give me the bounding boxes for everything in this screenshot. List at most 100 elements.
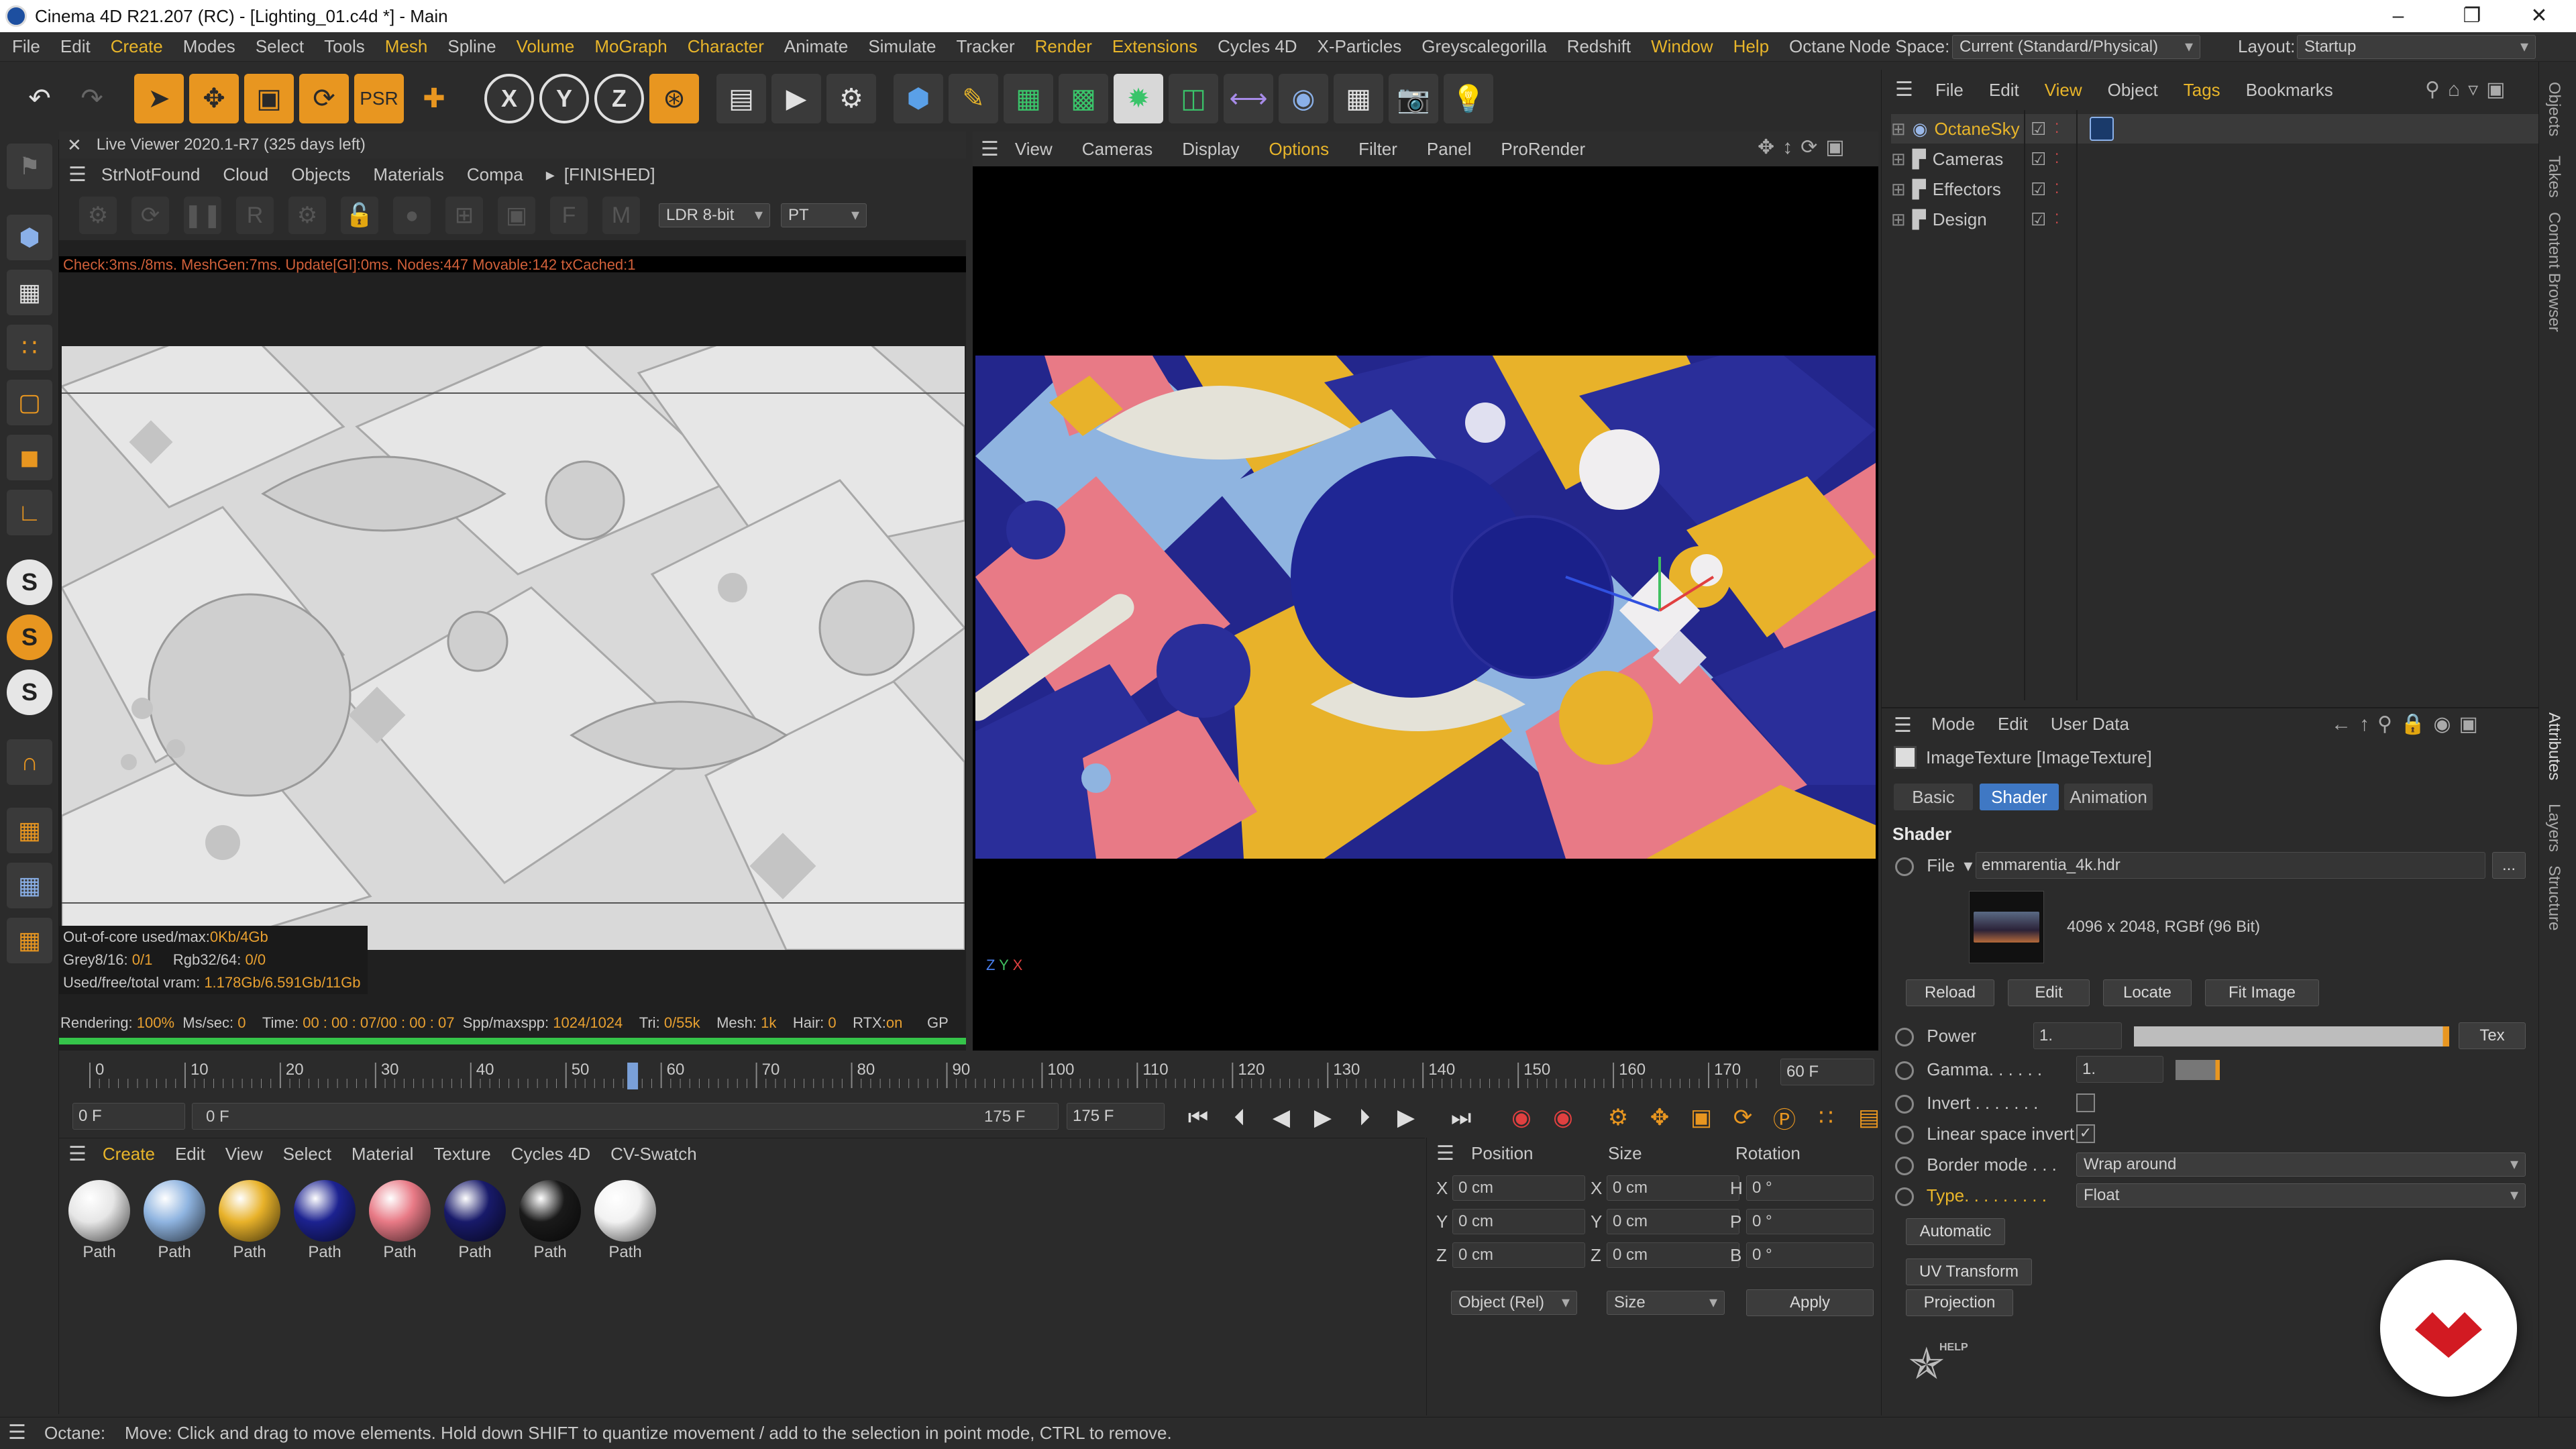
fit-image-button[interactable]: Fit Image xyxy=(2205,979,2319,1006)
octane-tag-icon[interactable] xyxy=(2090,117,2114,141)
render-dots-icon[interactable]: ⁚ xyxy=(2055,174,2059,204)
material-swatch[interactable]: Path xyxy=(140,1180,209,1263)
film-region-icon[interactable]: ▣ xyxy=(498,197,535,234)
next-frame-icon[interactable]: ⏵ xyxy=(1346,1102,1383,1134)
viewport-menu-prorender[interactable]: ProRender xyxy=(1501,139,1585,160)
focus-picker-icon[interactable]: F xyxy=(550,197,588,234)
tab-basic[interactable]: Basic xyxy=(1894,784,1973,810)
cloner-icon[interactable]: ✹ xyxy=(1114,74,1163,123)
menu-mesh[interactable]: Mesh xyxy=(385,36,428,57)
viewport-menu-filter[interactable]: Filter xyxy=(1358,139,1397,160)
menu-animate[interactable]: Animate xyxy=(784,36,848,57)
hamburger-icon[interactable]: ☰ xyxy=(1436,1142,1454,1165)
record-keys-icon[interactable]: ◉ xyxy=(1503,1102,1540,1134)
border-mode-select[interactable]: Wrap around xyxy=(2076,1152,2526,1177)
viewport-menu-display[interactable]: Display xyxy=(1182,139,1239,160)
kernel-select[interactable]: PT xyxy=(781,203,867,227)
gamma-field[interactable]: 1. xyxy=(2076,1056,2163,1083)
locate-button[interactable]: Locate xyxy=(2103,979,2192,1006)
material-menu-cycles-4d[interactable]: Cycles 4D xyxy=(511,1144,590,1165)
make-editable-icon[interactable]: ⚑ xyxy=(7,144,52,189)
menu-cycles-4d[interactable]: Cycles 4D xyxy=(1218,36,1297,57)
material-picker-icon[interactable]: M xyxy=(602,197,640,234)
polygons-mode-icon[interactable]: ◼ xyxy=(7,435,52,480)
position-key-icon[interactable]: ✥ xyxy=(1641,1102,1678,1134)
object-row-effectors[interactable]: ⊞ ▛ Effectors ☑ ⁚ xyxy=(1891,174,2539,204)
maximize-button[interactable]: ❐ xyxy=(2435,0,2509,32)
move-tool-icon[interactable]: ✥ xyxy=(189,74,239,123)
lv-menu-objects[interactable]: Objects xyxy=(291,164,350,185)
material-swatch[interactable]: Path xyxy=(290,1180,360,1263)
render-settings-icon[interactable]: ⚙ xyxy=(288,197,326,234)
apply-button[interactable]: Apply xyxy=(1746,1289,1874,1316)
end-frame-field[interactable]: 175 F xyxy=(1067,1103,1165,1130)
hamburger-icon[interactable]: ☰ xyxy=(68,163,87,186)
lv-menu-strnotfound[interactable]: StrNotFound xyxy=(101,164,200,185)
position-field-x[interactable]: 0 cm xyxy=(1452,1175,1585,1201)
size-field-y[interactable]: 0 cm xyxy=(1607,1209,1739,1234)
object-menu-object[interactable]: Object xyxy=(2108,80,2158,101)
light-icon[interactable]: 💡 xyxy=(1444,74,1493,123)
type-select[interactable]: Float xyxy=(2076,1183,2526,1208)
go-to-end-icon[interactable]: ⏭ xyxy=(1442,1102,1480,1134)
viewport-menu-view[interactable]: View xyxy=(1015,139,1053,160)
attr-menu-edit[interactable]: Edit xyxy=(1998,714,2028,735)
render-settings-icon[interactable]: ⚙ xyxy=(826,74,876,123)
object-menu-edit[interactable]: Edit xyxy=(1989,80,2019,101)
material-swatch[interactable]: Path xyxy=(590,1180,660,1263)
pen-spline-icon[interactable]: ✎ xyxy=(949,74,998,123)
hamburger-icon[interactable]: ☰ xyxy=(1895,78,1913,101)
visibility-toggle-icon[interactable]: ☑ xyxy=(2031,174,2046,204)
reload-button[interactable]: Reload xyxy=(1906,979,1994,1006)
material-menu-select[interactable]: Select xyxy=(283,1144,331,1165)
menu-redshift[interactable]: Redshift xyxy=(1567,36,1631,57)
tab-shader[interactable]: Shader xyxy=(1980,784,2059,810)
size-field-z[interactable]: 0 cm xyxy=(1607,1242,1739,1268)
next-key-icon[interactable]: ▶ xyxy=(1387,1102,1425,1134)
visibility-toggle-icon[interactable]: ☑ xyxy=(2031,114,2046,144)
cube-primitive-icon[interactable]: ⬢ xyxy=(894,74,943,123)
floor-icon[interactable]: ▦ xyxy=(1334,74,1383,123)
timeline-ruler[interactable]: 0 10 20 30 40 50 60 70 80 90 100 110 120 130 140 150 160… xyxy=(59,1051,1878,1091)
z-axis-lock-icon[interactable]: Z xyxy=(594,74,644,123)
object-row-cameras[interactable]: ⊞ ▛ Cameras ☑ ⁚ xyxy=(1891,144,2539,174)
scale-tool-icon[interactable]: ▣ xyxy=(244,74,294,123)
lv-menu-cloud[interactable]: Cloud xyxy=(223,164,268,185)
menu-window[interactable]: Window xyxy=(1651,36,1713,57)
expand-icon[interactable]: ⊞ xyxy=(1891,149,1906,169)
material-menu-cv-swatch[interactable]: CV-Swatch xyxy=(610,1144,697,1165)
file-anim-radio[interactable] xyxy=(1895,857,1914,877)
render-dots-icon[interactable]: ⁚ xyxy=(2055,144,2059,174)
menu-select[interactable]: Select xyxy=(256,36,304,57)
visibility-toggle-icon[interactable]: ☑ xyxy=(2031,144,2046,174)
attr-menu-mode[interactable]: Mode xyxy=(1931,714,1975,735)
autokey-icon[interactable]: ◉ xyxy=(1544,1102,1582,1134)
keyframe-selection-icon[interactable]: ⚙ xyxy=(1599,1102,1637,1134)
redo-icon[interactable]: ↷ xyxy=(67,74,117,123)
go-to-start-icon[interactable]: ⏮ xyxy=(1179,1102,1217,1134)
live-viewer-render[interactable] xyxy=(62,346,965,950)
model-mode-icon[interactable]: ⬢ xyxy=(7,215,52,260)
menu-help[interactable]: Help xyxy=(1733,36,1769,57)
workplane-icon[interactable]: ▦ xyxy=(7,808,52,853)
menu-create[interactable]: Create xyxy=(111,36,163,57)
menu-tracker[interactable]: Tracker xyxy=(956,36,1014,57)
snap-s-icon[interactable]: S xyxy=(7,559,52,605)
attribute-nav-icons[interactable]: ←↑⚲🔒◉▣ xyxy=(2331,712,2486,736)
solo-mode-icon[interactable]: S xyxy=(7,669,52,715)
menu-file[interactable]: File xyxy=(12,36,40,57)
linear-checkbox[interactable]: ✓ xyxy=(2076,1124,2095,1143)
position-field-z[interactable]: 0 cm xyxy=(1452,1242,1585,1268)
viewport-menu-options[interactable]: Options xyxy=(1269,139,1330,160)
playhead-marker[interactable] xyxy=(627,1063,639,1089)
file-path-field[interactable]: emmarentia_4k.hdr xyxy=(1976,852,2485,879)
menu-spline[interactable]: Spline xyxy=(447,36,496,57)
select-tool-icon[interactable]: ➤ xyxy=(134,74,184,123)
material-swatch[interactable]: Path xyxy=(515,1180,585,1263)
stop-render-icon[interactable]: ● xyxy=(393,197,431,234)
side-tab-attributes[interactable]: Attributes xyxy=(2544,712,2563,780)
object-menu-file[interactable]: File xyxy=(1935,80,1964,101)
hamburger-icon[interactable]: ☰ xyxy=(8,1417,26,1448)
hamburger-icon[interactable]: ☰ xyxy=(981,138,999,161)
side-tab-structure[interactable]: Structure xyxy=(2544,865,2563,930)
